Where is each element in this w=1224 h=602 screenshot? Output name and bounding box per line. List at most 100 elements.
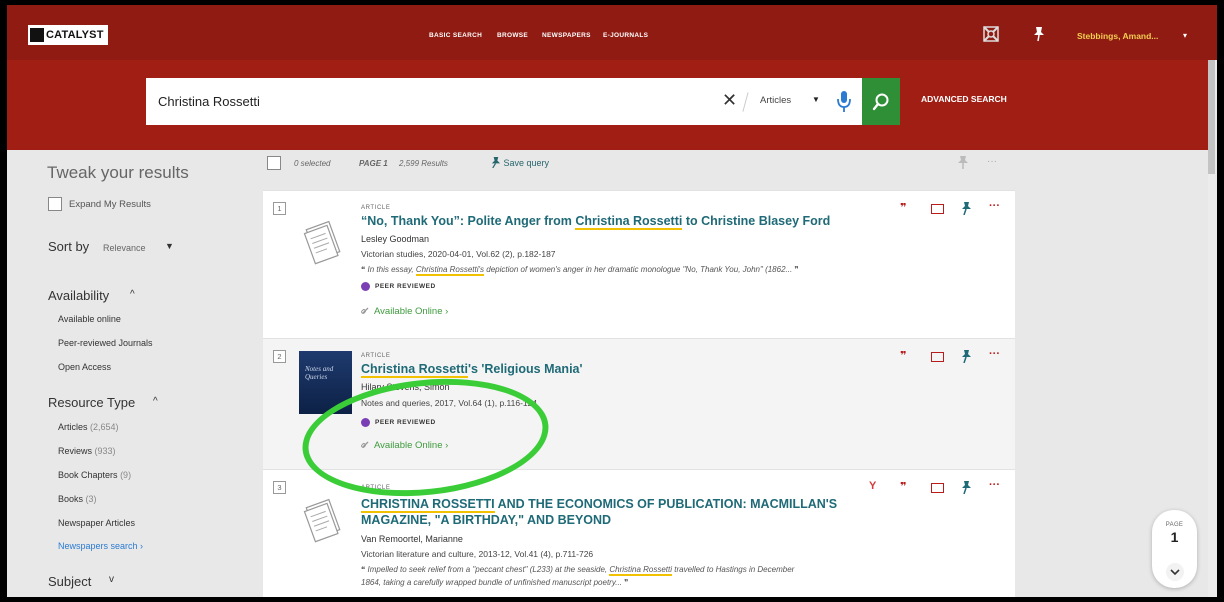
result-number: 1	[273, 202, 286, 215]
available-online-link[interactable]: Available Online ›	[361, 306, 448, 317]
snippet-highlight: Christina Rossetti's	[415, 265, 485, 276]
cite-icon[interactable]: ❞	[900, 201, 906, 214]
feedback-icon[interactable]	[982, 25, 1000, 43]
search-icon	[872, 93, 889, 110]
email-icon[interactable]	[931, 204, 944, 214]
email-icon[interactable]	[931, 352, 944, 362]
results-toolbar: 0 selected PAGE 1 2,599 Results Save que…	[262, 150, 1017, 190]
logo-text: CATALYST	[46, 29, 104, 41]
page-navigator[interactable]: PAGE 1	[1152, 510, 1197, 588]
peer-reviewed-badge: PEER REVIEWED	[361, 418, 436, 427]
resource-type-heading[interactable]: Resource Type	[48, 395, 135, 410]
scrollbar-thumb[interactable]	[1208, 60, 1215, 174]
expand-results-label[interactable]: Expand My Results	[69, 199, 151, 210]
facet-count: (3)	[85, 494, 97, 504]
nav-browse[interactable]: BROWSE	[497, 32, 528, 39]
clear-search-icon[interactable]: ✕	[722, 90, 737, 111]
result-number: 3	[273, 481, 286, 494]
more-options-icon[interactable]: ···	[989, 200, 1000, 212]
pin-icon[interactable]	[961, 480, 971, 494]
dropdown-caret-icon[interactable]: ▼	[812, 95, 820, 104]
result-item[interactable]: 1 ARTICLE “No, Thank You”: Polite Anger …	[263, 190, 1015, 338]
facet-count: (9)	[120, 470, 132, 480]
result-snippet: ❝ Impelled to seek relief from a "peccan…	[361, 563, 981, 589]
result-type: ARTICLE	[361, 205, 391, 211]
sort-by-dropdown[interactable]: Relevance	[103, 243, 146, 253]
available-online-label: Available Online ›	[374, 440, 449, 451]
result-title[interactable]: Christina Rossetti's 'Religious Mania'	[361, 361, 582, 378]
user-menu[interactable]: Stebbings, Amand...	[1077, 31, 1158, 41]
catalyst-logo[interactable]: CATALYST	[28, 25, 108, 45]
chevron-down-icon[interactable]	[1165, 562, 1185, 582]
more-options-icon[interactable]: ···	[987, 156, 997, 167]
pin-icon[interactable]	[1032, 26, 1046, 42]
subject-heading[interactable]: Subject	[48, 574, 91, 589]
pin-icon[interactable]	[961, 201, 971, 215]
search-input[interactable]	[146, 78, 706, 125]
facet-reviews[interactable]: Reviews (933)	[58, 446, 116, 456]
scrollbar[interactable]	[1208, 60, 1217, 597]
facet-count: (2,654)	[90, 422, 119, 432]
sidebar-heading: Tweak your results	[47, 163, 189, 182]
result-title[interactable]: CHRISTINA ROSSETTI AND THE ECONOMICS OF …	[361, 496, 837, 528]
dropdown-caret-icon[interactable]: ▼	[165, 241, 174, 251]
available-online-link[interactable]: Available Online ›	[361, 440, 448, 451]
result-title[interactable]: “No, Thank You”: Polite Anger from Chris…	[361, 213, 831, 230]
cite-icon[interactable]: ❞	[900, 480, 906, 493]
facets-sidebar: Tweak your results Expand My Results Sor…	[7, 150, 262, 597]
facet-newspaper-articles[interactable]: Newspaper Articles	[58, 518, 135, 528]
chevron-down-icon[interactable]: v	[109, 574, 114, 585]
result-number: 2	[273, 350, 286, 363]
availability-heading[interactable]: Availability	[48, 288, 109, 303]
facet-label: Articles	[58, 422, 88, 432]
nav-newspapers[interactable]: NEWSPAPERS	[542, 32, 591, 39]
nav-basic-search[interactable]: BASIC SEARCH	[429, 32, 482, 39]
result-snippet: ❝ In this essay, Christina Rossetti's de…	[361, 263, 799, 276]
chevron-up-icon[interactable]: ^	[130, 289, 135, 300]
chevron-down-icon[interactable]: ▾	[1183, 31, 1187, 40]
snippet-text: ❝ In this essay,	[361, 265, 416, 274]
more-options-icon[interactable]: ···	[989, 479, 1000, 491]
sort-by-label: Sort by	[48, 239, 90, 254]
article-thumbnail-icon	[303, 220, 341, 265]
save-query-button[interactable]: Save query	[490, 157, 549, 169]
facet-books[interactable]: Books (3)	[58, 494, 97, 504]
search-scope-dropdown[interactable]: Articles	[760, 95, 791, 106]
nav-e-journals[interactable]: E-JOURNALS	[603, 32, 648, 39]
result-item[interactable]: 2 Notes and Queries ARTICLE Christina Ro…	[263, 338, 1015, 469]
microphone-icon[interactable]	[836, 89, 852, 115]
cite-icon[interactable]: ❞	[900, 349, 906, 362]
facet-articles[interactable]: Articles (2,654)	[58, 422, 119, 432]
pin-icon[interactable]	[957, 155, 969, 169]
peer-reviewed-label: PEER REVIEWED	[375, 283, 436, 291]
facet-available-online[interactable]: Available online	[58, 314, 121, 324]
advanced-search-link[interactable]: ADVANCED SEARCH	[921, 94, 1007, 104]
facet-book-chapters[interactable]: Book Chapters (9)	[58, 470, 131, 480]
result-source: Victorian literature and culture, 2013-1…	[361, 549, 594, 559]
snippet-text: depiction of women's anger in her dramat…	[484, 265, 799, 274]
pin-icon	[491, 157, 501, 169]
peer-reviewed-badge: PEER REVIEWED	[361, 282, 436, 291]
expand-results-checkbox[interactable]	[48, 197, 62, 211]
search-bar: ✕ Articles ▼	[146, 78, 900, 125]
link-icon	[361, 441, 369, 448]
facet-label: Book Chapters	[58, 470, 118, 480]
newspapers-search-link[interactable]: Newspapers search ›	[58, 541, 143, 551]
result-item[interactable]: 3 ARTICLE CHRISTINA ROSSETTI AND THE ECO…	[263, 469, 1015, 597]
link-icon	[361, 307, 369, 314]
more-options-icon[interactable]: ···	[989, 348, 1000, 360]
select-all-checkbox[interactable]	[267, 156, 281, 170]
email-icon[interactable]	[931, 483, 944, 493]
search-button[interactable]	[862, 78, 900, 125]
chevron-up-icon[interactable]: ^	[153, 396, 158, 407]
result-type: ARTICLE	[361, 485, 391, 491]
snippet-text: 1864, taking a carefully wrapped bundle …	[361, 578, 629, 587]
sfx-link-icon[interactable]: Y	[869, 480, 876, 492]
top-navigation-bar: CATALYST BASIC SEARCH BROWSE NEWSPAPERS …	[7, 5, 1217, 60]
facet-label: Reviews	[58, 446, 93, 456]
facet-open-access[interactable]: Open Access	[58, 362, 111, 372]
pin-icon[interactable]	[961, 349, 971, 363]
title-text: to Christine Blasey Ford	[682, 214, 831, 228]
facet-peer-reviewed[interactable]: Peer-reviewed Journals	[58, 338, 153, 348]
title-highlight: Christina Rossetti	[361, 362, 468, 378]
